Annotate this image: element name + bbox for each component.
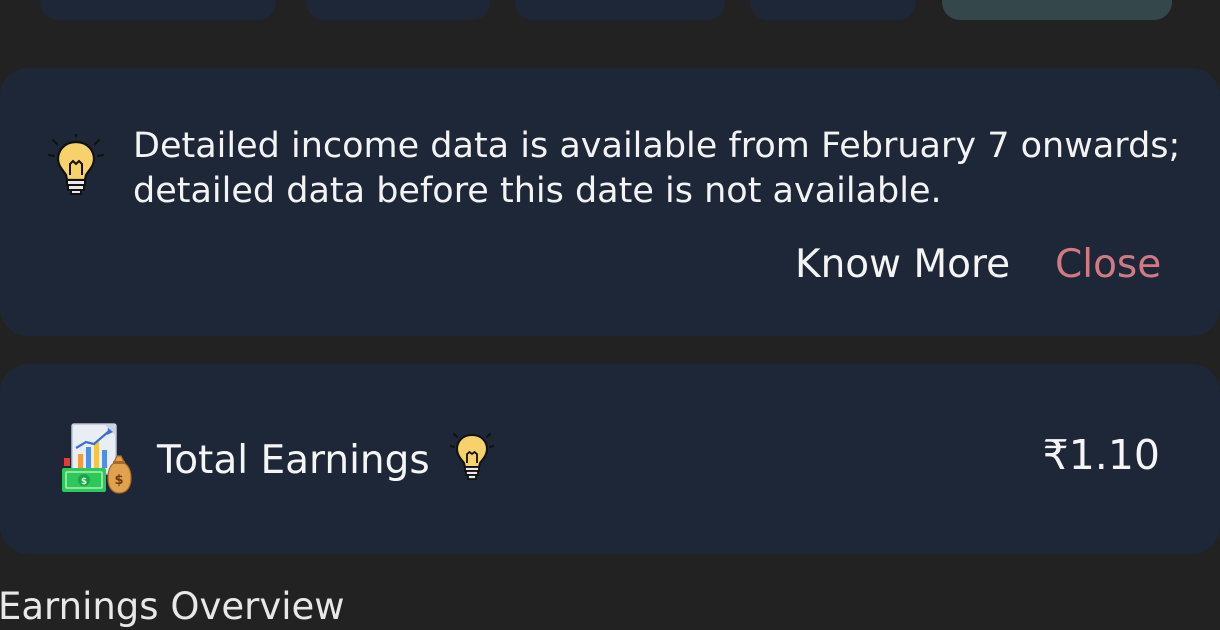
tab-pill-3[interactable] — [515, 0, 725, 20]
svg-text:$: $ — [81, 477, 87, 487]
total-earnings-amount: ₹1.10 — [1042, 431, 1160, 479]
close-button[interactable]: Close — [1055, 240, 1161, 290]
tab-pill-1[interactable] — [40, 0, 276, 20]
lightbulb-icon[interactable] — [450, 430, 494, 484]
notice-message: Detailed income data is available from F… — [133, 124, 1193, 214]
svg-text:$: $ — [114, 473, 123, 488]
know-more-button[interactable]: Know More — [795, 240, 1010, 290]
total-earnings-label: Total Earnings — [157, 438, 430, 483]
section-title-earnings-overview: Earnings Overview — [0, 585, 345, 628]
tab-pill-2[interactable] — [306, 0, 490, 20]
earnings-chart-money-icon: $ $ — [62, 423, 132, 494]
tab-pill-4[interactable] — [750, 0, 916, 20]
lightbulb-icon — [48, 134, 104, 195]
notice-line-2: detailed data before this date is not av… — [133, 171, 942, 211]
tab-pill-5-selected[interactable] — [942, 0, 1172, 20]
top-tab-bar — [0, 0, 1220, 30]
notice-line-1: Detailed income data is available from F… — [133, 126, 1181, 166]
